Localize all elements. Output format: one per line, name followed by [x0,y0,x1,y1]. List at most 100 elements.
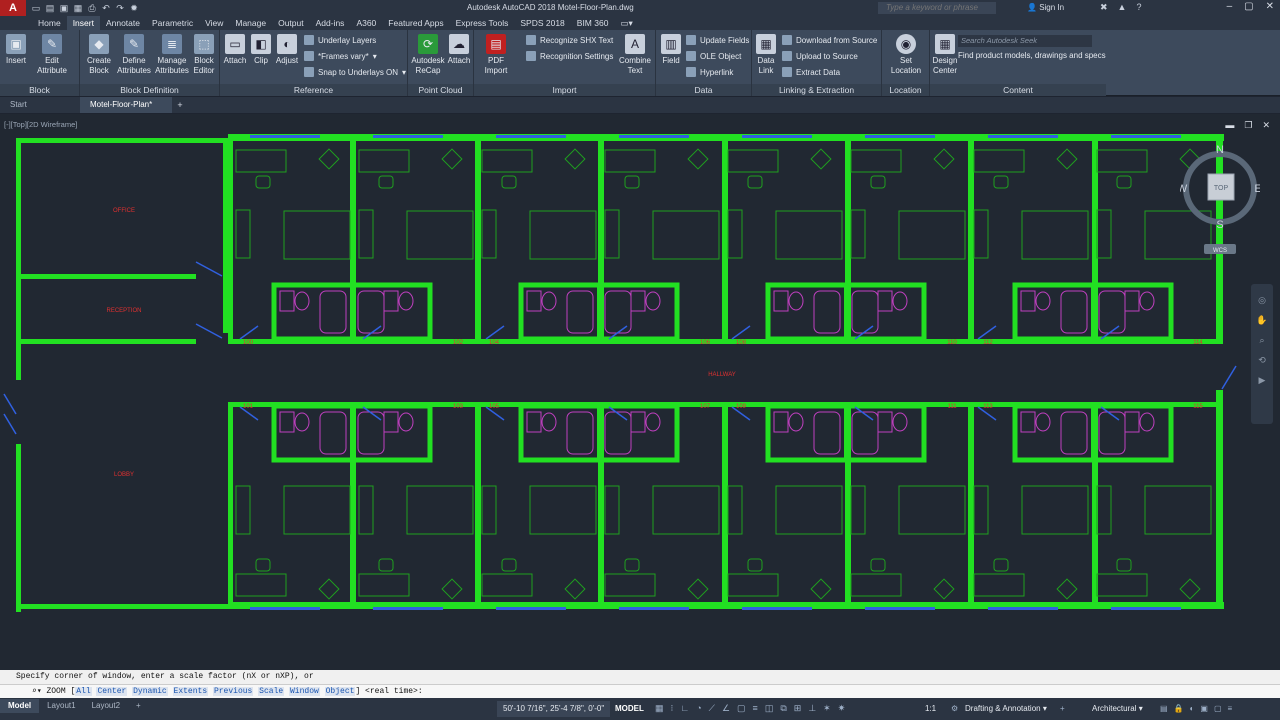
recognize-shx-text-button[interactable]: Recognize SHX Text [526,33,613,47]
floor-plan[interactable]: OFFICE RECEPTION LOBBY HALLWAY 100 102 104 106 1… [0,114,1280,670]
recognition-settings-button[interactable]: Recognition Settings [526,49,613,63]
lock-ui-icon[interactable]: 🔒 [1174,704,1190,713]
help-search-input[interactable] [878,2,996,14]
tab-motel-floor-plan[interactable]: Motel-Floor-Plan* [80,97,172,113]
pdf-import-button[interactable]: ▤ PDF Import [478,34,514,76]
undo-icon[interactable]: ↶ [100,2,112,14]
annotation-monitor-icon[interactable]: + [1060,702,1065,716]
isodraft-icon[interactable]: ⟋ [709,703,715,714]
dynamic-ucs-icon[interactable]: ⊥ [808,703,816,714]
create-block-button[interactable]: ◆ Create Block [84,34,114,76]
model-space-toggle[interactable]: MODEL [615,701,644,717]
grid-icon[interactable]: ▦ [655,703,664,714]
design-center-button[interactable]: ▦ Design Center [932,34,958,76]
attach-button[interactable]: ▭ Attach [222,34,248,66]
clean-screen-icon[interactable]: ▢ [1214,704,1228,713]
ortho-icon[interactable]: ∟ [680,703,689,714]
update-fields-button[interactable]: Update Fields [686,33,749,47]
app-menu-button[interactable]: A [0,0,26,16]
showmotion-icon[interactable]: ▶ [1251,370,1273,390]
tab-manage[interactable]: Manage [229,16,272,30]
save-as-icon[interactable]: ▦ [72,2,84,14]
3d-osnap-icon[interactable]: ⊞ [794,703,802,714]
help-icon[interactable]: ? [1136,2,1141,13]
layout-tab-model[interactable]: Model [0,699,40,713]
command-option-extents[interactable]: Extents [172,687,209,696]
command-option-scale[interactable]: Scale [258,687,285,696]
panel-label-block[interactable]: Block [0,84,79,96]
zoom-icon[interactable]: ⌕ [1251,330,1273,350]
underlay-layers-button[interactable]: Underlay Layers [304,33,376,47]
command-option-all[interactable]: All [75,687,92,696]
adjust-button[interactable]: ◐ Adjust [274,34,300,66]
download-from-source-button[interactable]: Download from Source [782,33,877,47]
command-option-center[interactable]: Center [96,687,128,696]
open-icon[interactable]: ▤ [44,2,56,14]
minimize-icon[interactable]: – [1227,1,1233,12]
ole-object-button[interactable]: OLE Object [686,49,741,63]
navigation-bar[interactable]: ◎ ✋ ⌕ ⟲ ▶ [1251,284,1273,424]
units-dropdown[interactable]: Architectural ▾ [1092,702,1143,716]
seek-search-input[interactable]: Search Autodesk Seek [958,35,1092,47]
viewcube[interactable]: TOP N S E W WCS [1177,144,1262,254]
annotation-scale[interactable]: 1:1 [925,702,936,716]
tab-annotate[interactable]: Annotate [100,16,146,30]
exchange-icon[interactable]: ✖ [1100,2,1108,13]
extract-data-button[interactable]: Extract Data [782,65,840,79]
tab-insert[interactable]: Insert [66,16,100,30]
command-option-object[interactable]: Object [324,687,356,696]
frames-vary-dropdown[interactable]: *Frames vary* ▾ [304,49,377,63]
manage-attributes-button[interactable]: ≣ Manage Attributes [154,34,190,76]
lineweight-icon[interactable]: ≡ [753,703,758,714]
sign-in-button[interactable]: 👤 Sign In [1027,3,1064,12]
tab-express-tools[interactable]: Express Tools [450,16,515,30]
command-option-window[interactable]: Window [289,687,320,696]
tab-bim-360[interactable]: BIM 360 [571,16,615,30]
combine-text-button[interactable]: A Combine Text [616,34,654,76]
orbit-icon[interactable]: ⟲ [1251,350,1273,370]
full-navigation-wheel-icon[interactable]: ◎ [1251,290,1273,310]
command-option-previous[interactable]: Previous [212,687,254,696]
panel-label-reference[interactable]: Reference [220,84,407,96]
workspace-switch[interactable]: Drafting & Annotation ▾ [965,702,1047,716]
snap-to-underlays-dropdown[interactable]: Snap to Underlays ON ▾ [304,65,406,79]
annotation-visibility-icon[interactable]: ✶ [823,703,831,714]
transparency-icon[interactable]: ◫ [765,703,774,714]
tab-add-ins[interactable]: Add-ins [310,16,351,30]
save-icon[interactable]: ▣ [58,2,70,14]
layout-tab-layout2[interactable]: Layout2 [84,699,128,713]
pan-icon[interactable]: ✋ [1251,310,1273,330]
new-tab-button[interactable]: + [172,97,188,113]
hardware-acceleration-icon[interactable]: ▣ [1200,704,1214,713]
data-link-button[interactable]: ▦ Data Link [754,34,778,76]
object-snap-icon[interactable]: ▢ [737,703,746,714]
snap-mode-icon[interactable]: ⁝ [671,703,674,714]
redo-icon[interactable]: ↷ [114,2,126,14]
isolate-objects-icon[interactable]: ◐ [1190,704,1201,713]
customization-icon[interactable]: ≡ [1228,704,1239,713]
tab-spds-2018[interactable]: SPDS 2018 [514,16,570,30]
object-snap-tracking-icon[interactable]: ∠ [722,703,730,714]
workspace-gear-icon[interactable]: ⚙ [951,702,958,716]
edit-attribute-button[interactable]: ✎ Edit Attribute [34,34,70,76]
autodesk-recap-button[interactable]: ⟳ Autodesk ReCap [410,34,446,76]
tab-parametric[interactable]: Parametric [146,16,199,30]
upload-to-source-button[interactable]: Upload to Source [782,49,858,63]
selection-cycling-icon[interactable]: ⧉ [780,703,786,714]
polar-icon[interactable]: ◔ [696,703,701,714]
tab-view[interactable]: View [199,16,229,30]
field-button[interactable]: ▥ Field [658,34,684,66]
tab-output[interactable]: Output [272,16,310,30]
maximize-icon[interactable]: ▢ [1244,1,1253,12]
coordinate-readout[interactable]: 50'-10 7/16", 25'-4 7/8", 0'-0" [497,701,611,717]
drawing-area[interactable]: [-][Top][2D Wireframe] ▬ ❐ ✕ OFFICE RECEP… [0,114,1280,670]
clip-button[interactable]: ◧ Clip [250,34,272,66]
set-location-button[interactable]: ◉ Set Location [888,34,924,76]
command-input[interactable]: ⌕▾ ZOOM [All Center Dynamic Extents Prev… [0,684,1280,698]
ribbon-display-toggle[interactable]: ▭▾ [614,16,638,30]
command-option-dynamic[interactable]: Dynamic [132,687,168,696]
tab-start[interactable]: Start [0,97,80,113]
layout-tab-layout1[interactable]: Layout1 [39,699,83,713]
print-icon[interactable]: ⎙ [86,2,98,14]
point-cloud-attach-button[interactable]: ☁ Attach [446,34,472,66]
